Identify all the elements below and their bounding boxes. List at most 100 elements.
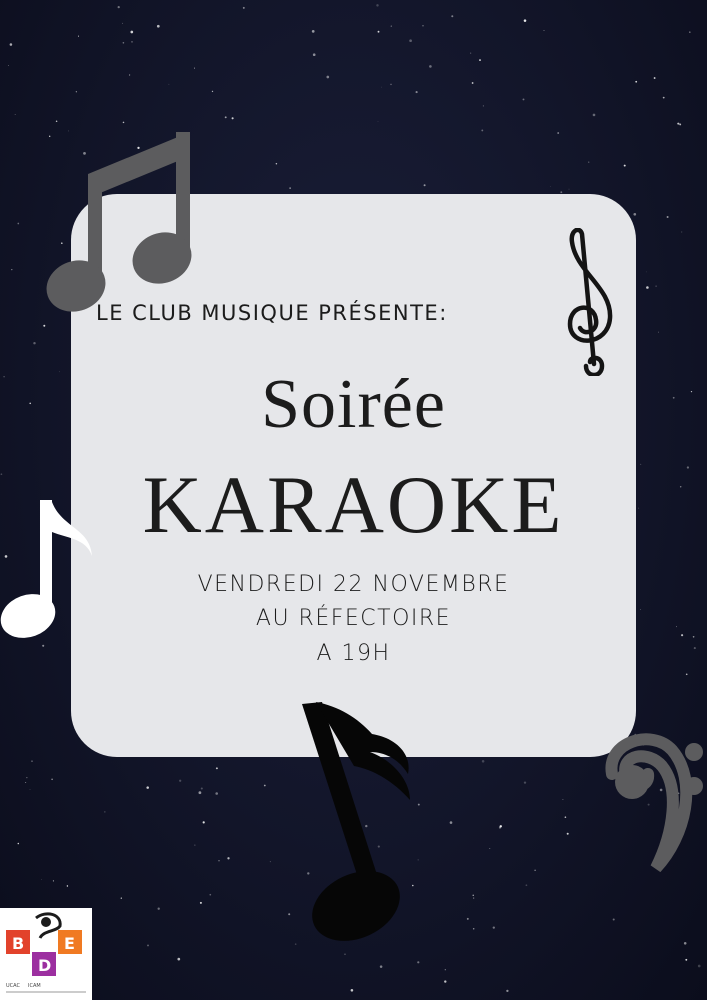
star — [683, 942, 687, 945]
star — [666, 216, 669, 218]
star — [33, 341, 36, 345]
star — [672, 396, 675, 399]
star — [449, 821, 453, 824]
star — [677, 122, 680, 125]
event-date: VENDREDI 22 NOVEMBRE — [197, 572, 510, 597]
title-soiree: Soirée — [261, 366, 446, 443]
star — [592, 113, 596, 117]
star — [215, 767, 218, 770]
star — [312, 53, 316, 57]
star — [662, 96, 665, 99]
star — [194, 67, 195, 69]
star — [130, 30, 134, 34]
star — [129, 74, 131, 76]
star — [525, 884, 528, 887]
logo-letter-b: B — [12, 934, 25, 953]
star — [202, 821, 205, 824]
logo-icam: ICAM — [28, 983, 41, 989]
star — [451, 15, 454, 18]
star — [686, 466, 690, 469]
star — [177, 957, 181, 961]
logo-letter-d: D — [38, 956, 52, 975]
star — [40, 878, 42, 880]
star — [543, 30, 545, 32]
star — [377, 121, 379, 122]
star — [522, 98, 525, 101]
star — [640, 609, 642, 610]
star — [638, 507, 640, 509]
star — [692, 635, 695, 638]
star — [679, 486, 682, 488]
bass-clef-icon — [605, 733, 703, 872]
star — [0, 473, 3, 476]
star — [444, 969, 446, 971]
star — [423, 184, 426, 187]
star — [379, 965, 383, 968]
star — [681, 231, 683, 233]
star — [635, 80, 638, 83]
star — [640, 463, 642, 465]
star — [147, 944, 149, 947]
star — [481, 129, 484, 132]
star — [52, 880, 54, 882]
star — [633, 212, 637, 216]
star — [681, 634, 684, 637]
star — [198, 791, 202, 795]
star — [466, 917, 469, 920]
star — [479, 59, 481, 62]
star — [31, 760, 33, 762]
star — [311, 30, 315, 33]
star — [168, 83, 170, 85]
star — [568, 188, 570, 190]
star — [156, 24, 160, 28]
star — [564, 816, 567, 818]
star — [218, 860, 220, 862]
star — [224, 116, 227, 119]
star — [288, 913, 291, 916]
stylized-note-icon — [302, 702, 410, 941]
star — [29, 789, 31, 791]
star — [200, 787, 203, 790]
star — [693, 647, 696, 650]
star — [122, 22, 124, 24]
star — [29, 402, 31, 405]
star — [326, 75, 330, 79]
star — [472, 894, 474, 896]
star — [422, 25, 424, 27]
star — [481, 760, 485, 763]
star — [409, 39, 412, 43]
star — [588, 161, 590, 163]
star — [157, 907, 160, 910]
star — [506, 989, 509, 993]
karaoke-poster: LE CLUB MUSIQUE PRÉSENTE: Soirée KARAOKE… — [0, 0, 707, 1000]
star — [131, 41, 133, 43]
star — [417, 961, 420, 964]
star — [9, 43, 13, 46]
star — [499, 825, 502, 828]
star — [470, 52, 472, 54]
star — [390, 83, 392, 86]
star — [679, 123, 682, 126]
star — [376, 4, 379, 7]
star — [492, 926, 495, 929]
star — [209, 893, 212, 896]
star — [269, 861, 271, 863]
star — [350, 989, 354, 992]
star — [17, 842, 20, 845]
title-karaoke: KARAOKE — [142, 459, 565, 550]
star — [562, 798, 564, 801]
star — [646, 286, 649, 289]
star — [294, 943, 297, 945]
star — [55, 120, 58, 122]
star — [377, 30, 380, 33]
star — [25, 782, 27, 783]
star — [612, 918, 615, 921]
beamed-eighth-notes-icon — [46, 132, 192, 312]
event-time: A 19H — [316, 641, 391, 666]
star — [482, 105, 484, 107]
star — [58, 371, 60, 373]
logo-letter-e: E — [64, 934, 75, 953]
star — [179, 779, 182, 782]
star — [66, 885, 69, 887]
star — [381, 86, 383, 88]
